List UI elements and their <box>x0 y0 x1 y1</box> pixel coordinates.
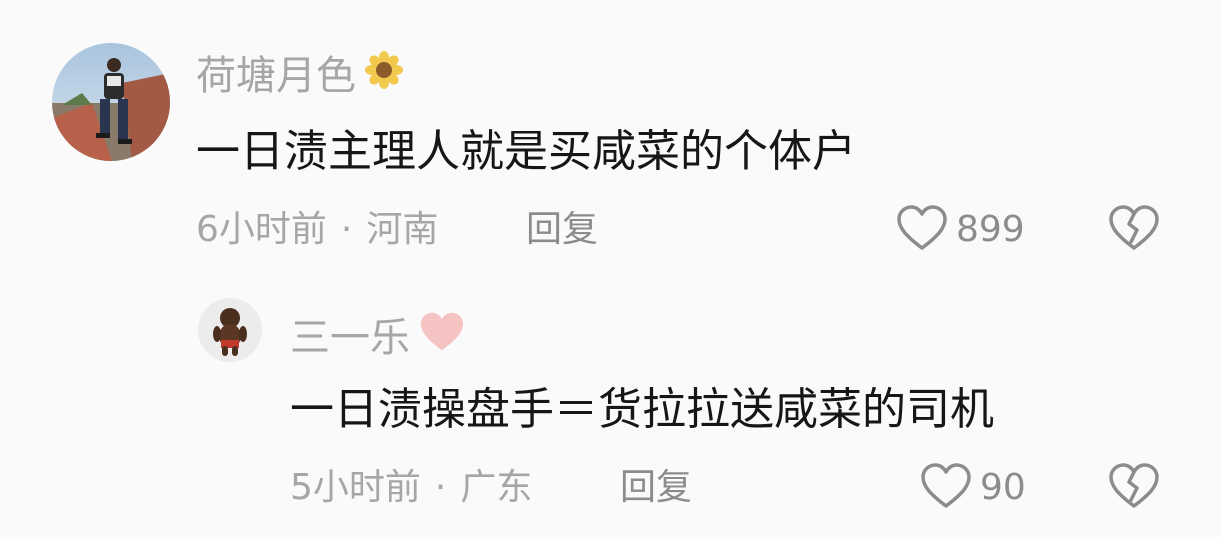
timestamp: 5小时前 <box>290 467 421 508</box>
location: 广东 <box>460 467 533 508</box>
broken-heart-icon <box>1108 463 1160 514</box>
separator: · <box>340 209 353 250</box>
heart-outline-icon <box>920 462 972 514</box>
reply-button-1[interactable]: 回复 <box>526 208 598 252</box>
avatar-user-2[interactable] <box>198 298 262 362</box>
comment-thread: 荷塘月色 一日渍主理人就是买咸菜的个体户 6小时前 · 河南 回复 899 三一… <box>0 0 1221 537</box>
username-label: 荷塘月色 <box>196 52 356 99</box>
avatar-user-1[interactable] <box>52 43 170 161</box>
like-count: 90 <box>980 467 1026 508</box>
dislike-button-1[interactable] <box>1108 204 1160 256</box>
reply-button-2[interactable]: 回复 <box>620 466 692 510</box>
avatar-photo <box>52 43 170 161</box>
like-button-1[interactable]: 899 <box>896 204 1025 256</box>
dislike-button-2[interactable] <box>1108 462 1160 514</box>
pink-heart-icon <box>418 310 466 365</box>
sunflower-icon <box>364 50 404 101</box>
comment-text-1: 一日渍主理人就是买咸菜的个体户 <box>196 126 856 177</box>
like-button-2[interactable]: 90 <box>920 462 1026 514</box>
broken-heart-icon <box>1108 205 1160 256</box>
separator: · <box>434 467 447 508</box>
avatar-photo <box>198 298 262 362</box>
comment-meta-1: 6小时前 · 河南 <box>196 208 438 252</box>
comment-meta-2: 5小时前 · 广东 <box>290 466 532 510</box>
timestamp: 6小时前 <box>196 209 327 250</box>
heart-outline-icon <box>896 204 948 256</box>
comment-text-2: 一日渍操盘手＝货拉拉送咸菜的司机 <box>290 384 994 435</box>
username-label: 三一乐 <box>290 314 410 361</box>
username-1[interactable]: 荷塘月色 <box>196 50 404 101</box>
username-2[interactable]: 三一乐 <box>290 310 466 365</box>
location: 河南 <box>366 209 439 250</box>
like-count: 899 <box>956 209 1025 250</box>
